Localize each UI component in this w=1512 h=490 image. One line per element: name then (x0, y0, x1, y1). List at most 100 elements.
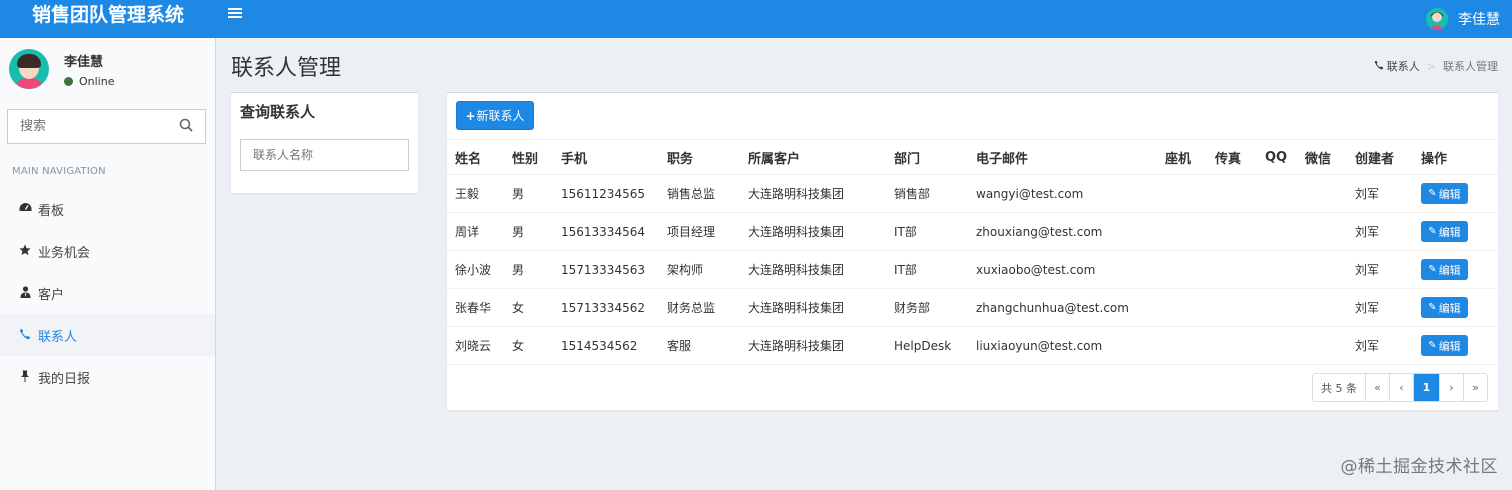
cell-email: zhouxiang@test.com (976, 212, 1165, 251)
new-contact-label: 新联系人 (476, 109, 525, 123)
user-panel: 李佳慧 Online (0, 38, 216, 102)
cell-title: 财务总监 (667, 288, 748, 327)
sidebar-item-label: 联系人 (38, 329, 78, 345)
sidebar-item-opportunities[interactable]: 业务机会 (0, 230, 215, 272)
cell-mobile: 15713334562 (561, 288, 667, 327)
user-panel-name: 李佳慧 (64, 55, 104, 70)
cell-mobile: 15611234565 (561, 174, 667, 213)
column-header[interactable]: 部门 (894, 139, 976, 175)
cell-gender: 男 (512, 174, 561, 213)
column-header[interactable]: 姓名 (447, 139, 512, 175)
cell-fax (1215, 250, 1265, 289)
first-page-button[interactable]: « (1365, 374, 1389, 401)
cell-department: 财务部 (894, 288, 976, 327)
cell-mobile: 15613334564 (561, 212, 667, 251)
cell-qq (1265, 174, 1305, 213)
cell-email: liuxiaoyun@test.com (976, 326, 1165, 365)
edit-label: 编辑 (1438, 263, 1461, 277)
table-row[interactable]: 徐小波 男 15713334563 架构师 大连路明科技集团 IT部 xuxia… (447, 250, 1498, 289)
dashboard-icon (18, 202, 32, 216)
column-header[interactable]: 电子邮件 (976, 139, 1165, 175)
pin-icon (18, 370, 32, 384)
sidebar-item-label: 客户 (38, 287, 65, 303)
pencil-icon: ✎ (1428, 226, 1437, 237)
edit-label: 编辑 (1438, 339, 1461, 353)
breadcrumb-link[interactable]: 联系人 (1387, 58, 1420, 74)
cell-gender: 女 (512, 288, 561, 327)
sidebar-item-daily-report[interactable]: 我的日报 (0, 356, 215, 398)
user-status: Online (64, 75, 114, 88)
top-user-menu[interactable]: 李佳慧 (1426, 0, 1512, 38)
last-page-button[interactable]: » (1463, 374, 1487, 401)
cell-title: 销售总监 (667, 174, 748, 213)
cell-actions: ✎ 编辑 (1421, 288, 1498, 327)
breadcrumb-current: 联系人管理 (1443, 60, 1498, 73)
table-row[interactable]: 周详 男 15613334564 项目经理 大连路明科技集团 IT部 zhoux… (447, 212, 1498, 251)
column-header[interactable]: 所属客户 (748, 139, 894, 175)
prev-page-button[interactable]: ‹ (1389, 374, 1413, 401)
column-header[interactable]: 座机 (1165, 139, 1215, 175)
query-box-title: 查询联系人 (240, 103, 316, 121)
cell-landline (1165, 174, 1215, 213)
search-icon[interactable] (179, 118, 195, 134)
pencil-icon: ✎ (1428, 302, 1437, 313)
cell-fax (1215, 326, 1265, 365)
edit-button[interactable]: ✎ 编辑 (1421, 335, 1468, 356)
cell-customer: 大连路明科技集团 (748, 250, 894, 289)
cell-customer: 大连路明科技集团 (748, 212, 894, 251)
cell-name: 徐小波 (447, 250, 512, 289)
sidebar-item-label: 业务机会 (38, 245, 91, 261)
column-header[interactable]: 职务 (667, 139, 748, 175)
cell-gender: 女 (512, 326, 561, 365)
cell-landline (1165, 250, 1215, 289)
cell-landline (1165, 288, 1215, 327)
cell-name: 周详 (447, 212, 512, 251)
table-row[interactable]: 王毅 男 15611234565 销售总监 大连路明科技集团 销售部 wangy… (447, 174, 1498, 213)
sidebar-item-contacts[interactable]: 联系人 (0, 314, 215, 356)
cell-actions: ✎ 编辑 (1421, 250, 1498, 289)
hamburger-icon[interactable] (228, 5, 246, 25)
watermark: @稀土掘金技术社区 (1340, 457, 1498, 477)
table-row[interactable]: 张春华 女 15713334562 财务总监 大连路明科技集团 财务部 zhan… (447, 288, 1498, 327)
edit-button[interactable]: ✎ 编辑 (1421, 259, 1468, 280)
contact-name-search-input[interactable] (240, 139, 409, 171)
cell-name: 张春华 (447, 288, 512, 327)
cell-title: 架构师 (667, 250, 748, 289)
cell-department: 销售部 (894, 174, 976, 213)
cell-creator: 刘军 (1355, 250, 1421, 289)
pencil-icon: ✎ (1428, 340, 1437, 351)
sidebar-item-label: 看板 (38, 203, 65, 219)
edit-button[interactable]: ✎ 编辑 (1421, 183, 1468, 204)
cell-wechat (1305, 326, 1355, 365)
edit-button[interactable]: ✎ 编辑 (1421, 297, 1468, 318)
cell-actions: ✎ 编辑 (1421, 212, 1498, 251)
cell-wechat (1305, 174, 1355, 213)
cell-email: zhangchunhua@test.com (976, 288, 1165, 327)
next-page-button[interactable]: › (1439, 374, 1463, 401)
cell-creator: 刘军 (1355, 212, 1421, 251)
new-contact-button[interactable]: + 新联系人 (456, 101, 534, 130)
column-header[interactable]: 传真 (1215, 139, 1265, 175)
page-number-button[interactable]: 1 (1413, 374, 1439, 401)
sidebar-item-dashboard[interactable]: 看板 (0, 188, 215, 230)
pencil-icon: ✎ (1428, 264, 1437, 275)
sidebar-item-customers[interactable]: 客户 (0, 272, 215, 314)
cell-creator: 刘军 (1355, 288, 1421, 327)
column-header[interactable]: 性别 (512, 139, 561, 175)
cell-mobile: 15713334563 (561, 250, 667, 289)
cell-fax (1215, 288, 1265, 327)
app-brand[interactable]: 销售团队管理系统 (0, 0, 216, 38)
edit-label: 编辑 (1438, 187, 1461, 201)
cell-qq (1265, 326, 1305, 365)
contacts-table-box: + 新联系人 姓名 性别 手机 职务 所属客户 部门 电子邮件 座机 传真 QQ… (447, 92, 1498, 410)
column-header[interactable]: 微信 (1305, 139, 1355, 175)
column-header[interactable]: 创建者 (1355, 139, 1421, 175)
sidebar-search-input[interactable] (8, 110, 168, 143)
column-header[interactable]: QQ (1265, 139, 1305, 175)
edit-label: 编辑 (1438, 301, 1461, 315)
edit-button[interactable]: ✎ 编辑 (1421, 221, 1468, 242)
table-row[interactable]: 刘晓云 女 1514534562 客服 大连路明科技集团 HelpDesk li… (447, 326, 1498, 365)
status-dot-icon (64, 77, 73, 86)
pencil-icon: ✎ (1428, 188, 1437, 199)
column-header[interactable]: 手机 (561, 139, 667, 175)
